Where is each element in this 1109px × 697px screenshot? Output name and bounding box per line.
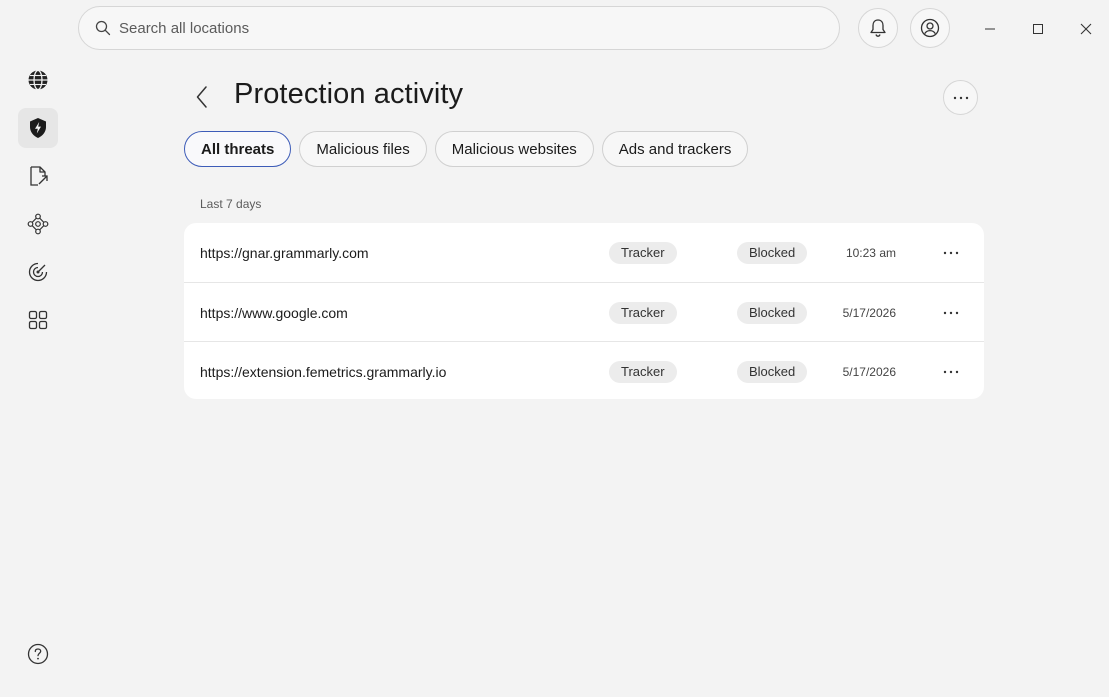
status-badge: Blocked bbox=[737, 241, 808, 264]
notifications-button[interactable] bbox=[858, 8, 898, 48]
activity-list: https://gnar.grammarly.com Tracker Block… bbox=[184, 223, 984, 399]
search-box[interactable]: Search all locations bbox=[78, 6, 840, 50]
page-title: Protection activity bbox=[234, 78, 464, 110]
more-horizontal-icon bbox=[953, 96, 969, 100]
help-icon bbox=[27, 643, 49, 665]
threat-type-badge: Tracker bbox=[609, 301, 677, 324]
threat-type-badge: Tracker bbox=[609, 241, 677, 264]
search-icon bbox=[95, 20, 111, 36]
sidebar-item-apps[interactable] bbox=[18, 300, 58, 340]
activity-time: 5/17/2026 bbox=[842, 305, 896, 320]
activity-url: https://www.google.com bbox=[200, 304, 348, 321]
more-horizontal-icon bbox=[943, 251, 959, 254]
activity-row[interactable]: https://extension.femetrics.grammarly.io… bbox=[184, 341, 984, 401]
sidebar-item-web-protection[interactable] bbox=[18, 60, 58, 100]
activity-row[interactable]: https://gnar.grammarly.com Tracker Block… bbox=[184, 223, 984, 282]
chevron-left-icon bbox=[195, 85, 209, 109]
tab-ads-and-trackers[interactable]: Ads and trackers bbox=[601, 131, 749, 167]
maximize-button[interactable] bbox=[1015, 13, 1061, 45]
minimize-button[interactable] bbox=[967, 13, 1013, 45]
sidebar-item-tracking[interactable] bbox=[18, 252, 58, 292]
sidebar-item-network[interactable] bbox=[18, 204, 58, 244]
period-label: Last 7 days bbox=[200, 197, 262, 211]
activity-time: 5/17/2026 bbox=[842, 364, 896, 379]
status-badge: Blocked bbox=[737, 360, 808, 383]
more-horizontal-icon bbox=[943, 370, 959, 373]
globe-icon bbox=[27, 69, 49, 91]
tab-malicious-files[interactable]: Malicious files bbox=[299, 131, 427, 167]
bell-icon bbox=[869, 18, 887, 38]
tab-malicious-websites[interactable]: Malicious websites bbox=[434, 131, 594, 167]
radar-icon bbox=[27, 261, 49, 283]
activity-time: 10:23 am bbox=[845, 245, 896, 260]
back-button[interactable] bbox=[187, 81, 217, 113]
row-more-button[interactable] bbox=[939, 243, 963, 263]
account-button[interactable] bbox=[910, 8, 950, 48]
filter-tabs: All threats Malicious files Malicious we… bbox=[184, 131, 749, 167]
search-input[interactable]: Search all locations bbox=[119, 20, 249, 37]
row-more-button[interactable] bbox=[939, 303, 963, 323]
row-more-button[interactable] bbox=[939, 362, 963, 382]
minimize-icon bbox=[984, 23, 996, 35]
shield-bolt-icon bbox=[28, 117, 48, 139]
activity-url: https://gnar.grammarly.com bbox=[200, 244, 369, 261]
status-badge: Blocked bbox=[737, 301, 808, 324]
activity-url: https://extension.femetrics.grammarly.io bbox=[200, 363, 447, 380]
page-more-button[interactable] bbox=[943, 80, 978, 115]
grid-icon bbox=[27, 309, 49, 331]
sidebar-item-file-share[interactable] bbox=[18, 156, 58, 196]
tab-all-threats[interactable]: All threats bbox=[184, 131, 292, 167]
close-icon bbox=[1080, 23, 1092, 35]
help-button[interactable] bbox=[18, 634, 58, 674]
close-button[interactable] bbox=[1063, 13, 1109, 45]
maximize-icon bbox=[1032, 23, 1044, 35]
sidebar-item-protection[interactable] bbox=[18, 108, 58, 148]
file-export-icon bbox=[27, 165, 49, 187]
network-nodes-icon bbox=[27, 213, 49, 235]
threat-type-badge: Tracker bbox=[609, 360, 677, 383]
account-icon bbox=[920, 18, 940, 38]
more-horizontal-icon bbox=[943, 311, 959, 314]
activity-row[interactable]: https://www.google.com Tracker Blocked 5… bbox=[184, 282, 984, 342]
